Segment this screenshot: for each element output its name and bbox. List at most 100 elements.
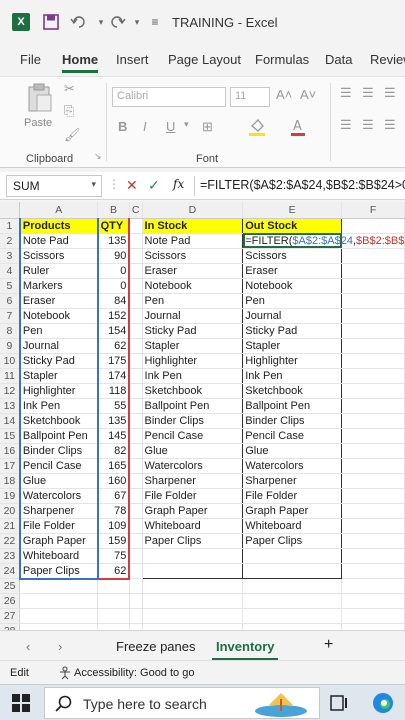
empty-cell[interactable] — [341, 323, 405, 339]
row-header[interactable]: 25 — [0, 578, 21, 594]
empty-cell[interactable] — [341, 533, 405, 549]
row-header[interactable]: 15 — [0, 428, 21, 444]
edge-browser-icon[interactable] — [372, 692, 394, 717]
in-stock-cell[interactable]: Sharpener — [141, 473, 244, 489]
align-bottom-icon[interactable]: ☰ — [384, 85, 396, 101]
row-header[interactable]: 21 — [0, 518, 21, 534]
empty-cell[interactable] — [341, 473, 405, 489]
row-header[interactable]: 22 — [0, 533, 21, 549]
tab-page-layout[interactable]: Page Layout — [168, 52, 241, 67]
row-header[interactable]: 13 — [0, 398, 21, 414]
qty-cell[interactable]: 160 — [96, 473, 131, 489]
out-stock-cell[interactable]: Eraser — [242, 263, 343, 279]
cell-d-header[interactable]: In Stock — [141, 218, 244, 234]
windows-start-icon[interactable] — [12, 694, 30, 715]
out-stock-cell[interactable]: Sketchbook — [242, 383, 343, 399]
qty-cell[interactable]: 0 — [96, 278, 131, 294]
cell-b-header[interactable]: QTY — [96, 218, 131, 234]
qty-cell[interactable]: 109 — [96, 518, 131, 534]
product-cell[interactable]: Sharpener — [18, 503, 99, 519]
customize-toolbar-icon[interactable]: ≡ — [146, 13, 164, 31]
row-header[interactable]: 23 — [0, 548, 21, 564]
empty-cell[interactable] — [129, 578, 143, 594]
product-cell[interactable]: Graph Paper — [18, 533, 99, 549]
empty-cell[interactable] — [129, 353, 143, 369]
in-stock-cell[interactable]: Glue — [141, 443, 244, 459]
qty-cell[interactable]: 152 — [96, 308, 131, 324]
redo-dropdown-icon[interactable]: ▾ — [128, 13, 146, 31]
qty-cell[interactable]: 78 — [96, 503, 131, 519]
in-stock-cell[interactable]: Pencil Case — [141, 428, 244, 444]
tab-file[interactable]: File — [20, 52, 41, 67]
out-stock-cell[interactable]: Journal — [242, 308, 343, 324]
redo-icon[interactable] — [108, 13, 126, 31]
cell-e-header[interactable]: Out Stock — [242, 218, 343, 234]
select-all-corner[interactable] — [0, 202, 21, 219]
product-cell[interactable]: Binder Clips — [18, 443, 99, 459]
out-stock-cell[interactable]: Whiteboard — [242, 518, 343, 534]
row-header[interactable]: 12 — [0, 383, 21, 399]
product-cell[interactable]: Whiteboard — [18, 548, 99, 564]
product-cell[interactable]: Sticky Pad — [18, 353, 99, 369]
increase-font-size-icon[interactable]: A˄ — [276, 87, 292, 102]
column-header-f[interactable]: F — [341, 202, 405, 219]
product-cell[interactable]: Sketchbook — [18, 413, 99, 429]
empty-cell[interactable] — [341, 428, 405, 444]
out-stock-cell[interactable] — [242, 563, 343, 579]
empty-cell[interactable] — [129, 518, 143, 534]
in-stock-cell[interactable]: Graph Paper — [141, 503, 244, 519]
in-stock-cell[interactable]: Scissors — [141, 248, 244, 264]
empty-cell[interactable] — [341, 248, 405, 264]
qty-cell[interactable]: 62 — [96, 563, 131, 580]
paste-icon[interactable] — [26, 83, 54, 116]
qty-cell[interactable]: 135 — [96, 233, 131, 249]
align-left-icon[interactable]: ☰ — [340, 117, 352, 133]
empty-cell[interactable] — [142, 608, 244, 624]
insert-function-icon[interactable]: fx — [173, 177, 184, 191]
align-right-icon[interactable]: ☰ — [384, 117, 396, 133]
qty-cell[interactable]: 67 — [96, 488, 131, 504]
task-view-icon[interactable] — [330, 694, 348, 715]
undo-icon[interactable] — [70, 13, 88, 31]
out-stock-cell[interactable]: File Folder — [242, 488, 343, 504]
in-stock-cell[interactable]: Watercolors — [141, 458, 244, 474]
row-header[interactable]: 17 — [0, 458, 21, 474]
qty-cell[interactable]: 62 — [96, 338, 131, 354]
paste-button-label[interactable]: Paste — [24, 117, 52, 129]
empty-cell[interactable] — [129, 488, 143, 504]
empty-cell[interactable] — [341, 608, 405, 624]
clipboard-launcher-icon[interactable]: ↘ — [94, 151, 102, 162]
in-stock-cell[interactable] — [141, 563, 244, 579]
underline-dropdown-icon[interactable]: ▾ — [184, 119, 189, 130]
save-icon[interactable] — [42, 13, 60, 31]
in-stock-cell[interactable]: Whiteboard — [141, 518, 244, 534]
sheet-tab-inventory[interactable]: Inventory — [216, 639, 275, 654]
row-header[interactable]: 2 — [0, 233, 21, 249]
font-size-box[interactable]: 11 — [230, 87, 270, 107]
out-stock-cell[interactable]: Watercolors — [242, 458, 343, 474]
product-cell[interactable]: Ruler — [18, 263, 99, 279]
tab-data[interactable]: Data — [325, 52, 352, 67]
empty-cell[interactable] — [242, 608, 343, 624]
row-header[interactable]: 9 — [0, 338, 21, 354]
qty-cell[interactable]: 145 — [96, 428, 131, 444]
next-sheet-icon[interactable]: › — [58, 639, 62, 654]
cut-icon[interactable]: ✂ — [64, 81, 75, 97]
out-stock-cell[interactable]: Ballpoint Pen — [242, 398, 343, 414]
empty-cell[interactable] — [129, 278, 143, 294]
row-header[interactable]: 20 — [0, 503, 21, 519]
tab-formulas[interactable]: Formulas — [255, 52, 309, 67]
empty-cell[interactable] — [19, 608, 99, 624]
product-cell[interactable]: Notebook — [18, 308, 99, 324]
qty-cell[interactable]: 84 — [96, 293, 131, 309]
out-stock-cell[interactable]: Glue — [242, 443, 343, 459]
row-header[interactable]: 7 — [0, 308, 21, 324]
empty-cell[interactable] — [341, 368, 405, 384]
in-stock-cell[interactable]: Notebook — [141, 278, 244, 294]
qty-cell[interactable]: 90 — [96, 248, 131, 264]
row-header[interactable]: 14 — [0, 413, 21, 429]
row-header[interactable]: 6 — [0, 293, 21, 309]
tab-insert[interactable]: Insert — [116, 52, 149, 67]
decrease-font-size-icon[interactable]: A˅ — [300, 87, 316, 102]
out-stock-cell[interactable] — [242, 548, 343, 564]
